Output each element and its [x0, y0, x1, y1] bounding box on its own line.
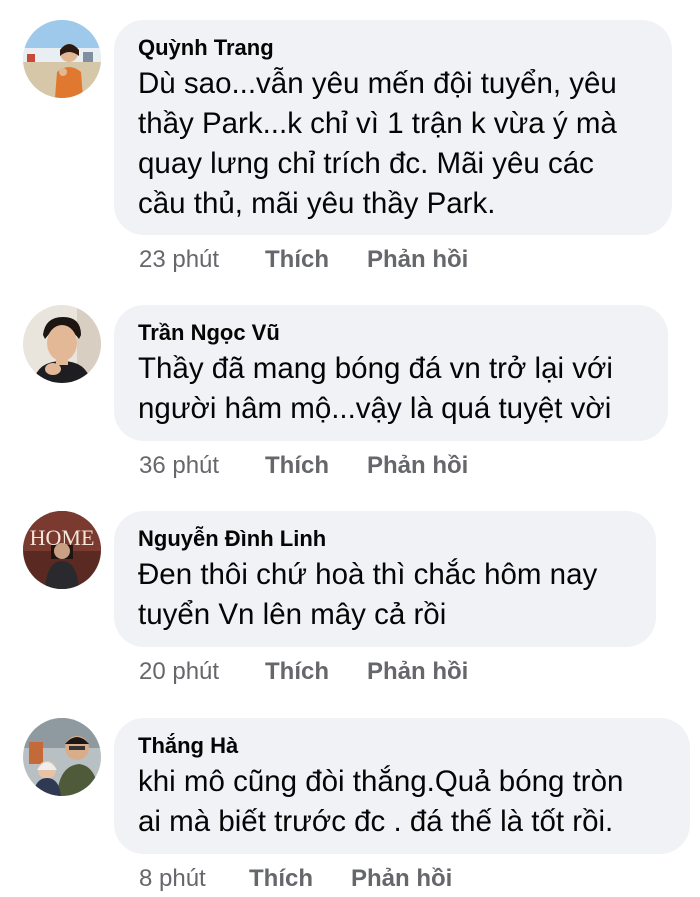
avatar[interactable]	[23, 718, 101, 796]
like-button[interactable]: Thích	[265, 658, 329, 686]
comment-text: Thầy đã mang bóng đá vn trở lại với ngườ…	[138, 349, 644, 429]
comment-text-line: thầy Park...k chỉ vì 1 trận k vừa ý mà	[138, 107, 617, 140]
comment-timestamp[interactable]: 20 phút	[139, 658, 219, 686]
comment-text: Dù sao...vẫn yêu mến đội tuyển, yêu thầy…	[138, 64, 648, 224]
comment-text-line: Đen thôi chứ hoà thì chắc hôm nay	[138, 558, 598, 591]
reply-button[interactable]: Phản hồi	[367, 246, 468, 274]
comment-author[interactable]: Thắng Hà	[138, 732, 666, 760]
reply-button[interactable]: Phản hồi	[367, 452, 468, 480]
like-button[interactable]: Thích	[265, 246, 329, 274]
comment-text-line: quay lưng chỉ trích đc. Mãi yêu các	[138, 147, 594, 180]
like-button[interactable]: Thích	[265, 452, 329, 480]
avatar-photo-young-man	[23, 305, 101, 383]
comment-author[interactable]: Quỳnh Trang	[138, 34, 648, 62]
reply-button[interactable]: Phản hồi	[351, 865, 452, 893]
comment-author[interactable]: Trần Ngọc Vũ	[138, 319, 644, 347]
comment-bubble: Quỳnh Trang Dù sao...vẫn yêu mến đội tuy…	[114, 20, 672, 235]
comment-text-line: người hâm mộ...vậy là quá tuyệt vời	[138, 392, 612, 425]
reply-button[interactable]: Phản hồi	[367, 658, 468, 686]
comment-text-line: Dù sao...vẫn yêu mến đội tuyển, yêu	[138, 67, 617, 100]
comment-bubble: Thắng Hà khi mô cũng đòi thắng.Quả bóng …	[114, 718, 690, 854]
comment-text-line: ai mà biết trước đc . đá thế là tốt rồi.	[138, 805, 614, 838]
avatar[interactable]	[23, 20, 101, 98]
comment-bubble: Nguyễn Đình Linh Đen thôi chứ hoà thì ch…	[114, 511, 656, 647]
avatar-photo-home-sign: HOME	[23, 511, 101, 589]
comment-timestamp[interactable]: 36 phút	[139, 452, 219, 480]
avatar[interactable]	[23, 305, 101, 383]
avatar-photo-family	[23, 718, 101, 796]
comment-text-line: Thầy đã mang bóng đá vn trở lại với	[138, 352, 613, 385]
comment-text: Đen thôi chứ hoà thì chắc hôm nay tuyển …	[138, 555, 632, 635]
comment-timestamp[interactable]: 8 phút	[139, 865, 206, 893]
comment-timestamp[interactable]: 23 phút	[139, 246, 219, 274]
comment-text-line: tuyển Vn lên mây cả rồi	[138, 598, 447, 631]
comment-text: khi mô cũng đòi thắng.Quả bóng tròn ai m…	[138, 762, 666, 842]
avatar[interactable]: HOME	[23, 511, 101, 589]
comment-text-line: cầu thủ, mãi yêu thầy Park.	[138, 187, 496, 220]
comment-author[interactable]: Nguyễn Đình Linh	[138, 525, 632, 553]
comment-bubble: Trần Ngọc Vũ Thầy đã mang bóng đá vn trở…	[114, 305, 668, 441]
comment-text-line: khi mô cũng đòi thắng.Quả bóng tròn	[138, 765, 624, 798]
like-button[interactable]: Thích	[249, 865, 313, 893]
avatar-photo-beach	[23, 20, 101, 98]
